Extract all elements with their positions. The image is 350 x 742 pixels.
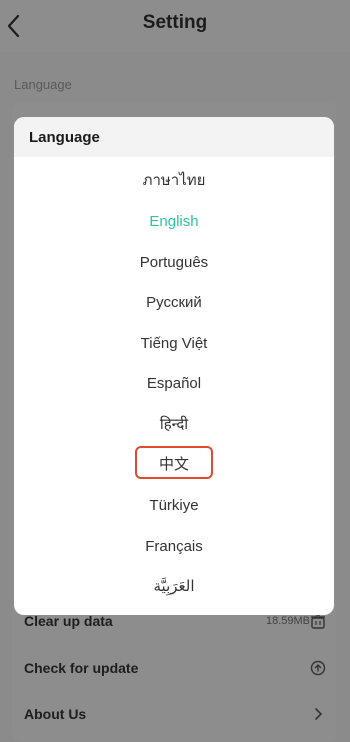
language-option-vietnamese[interactable]: Tiếng Việt <box>14 329 334 359</box>
check-update-label: Check for update <box>24 660 139 676</box>
dialog-header: Language <box>14 117 334 157</box>
arrow-up-circle-icon <box>310 660 326 676</box>
page-title: Setting <box>142 12 208 33</box>
dialog-title: Language <box>29 129 100 146</box>
language-option-turkish[interactable]: Türkiye <box>14 491 334 521</box>
language-option-spanish[interactable]: Español <box>14 369 334 399</box>
clear-data-label: Clear up data <box>24 613 113 629</box>
language-option-french[interactable]: Français <box>14 532 334 562</box>
language-option-hindi[interactable]: हिन्दी <box>14 410 334 440</box>
trash-icon <box>311 614 325 629</box>
language-option-chinese[interactable]: 中文 <box>14 450 334 480</box>
language-dialog: Language ภาษาไทย English Português Русск… <box>14 117 334 615</box>
language-option-arabic[interactable]: العَرَبِيَّة <box>14 572 334 602</box>
check-update-row[interactable]: Check for update <box>24 654 326 684</box>
about-us-row[interactable]: About Us <box>24 700 326 730</box>
language-option-thai[interactable]: ภาษาไทย <box>14 166 334 196</box>
chevron-right-icon <box>315 708 323 720</box>
cache-size-value: 18.59MB <box>265 615 310 627</box>
top-bar: Setting <box>0 0 350 52</box>
language-option-english-selected[interactable]: English <box>14 207 334 237</box>
section-label-language: Language <box>14 77 72 92</box>
language-option-russian[interactable]: Русский <box>14 288 334 318</box>
language-option-portuguese[interactable]: Português <box>14 248 334 278</box>
about-us-label: About Us <box>24 706 87 722</box>
